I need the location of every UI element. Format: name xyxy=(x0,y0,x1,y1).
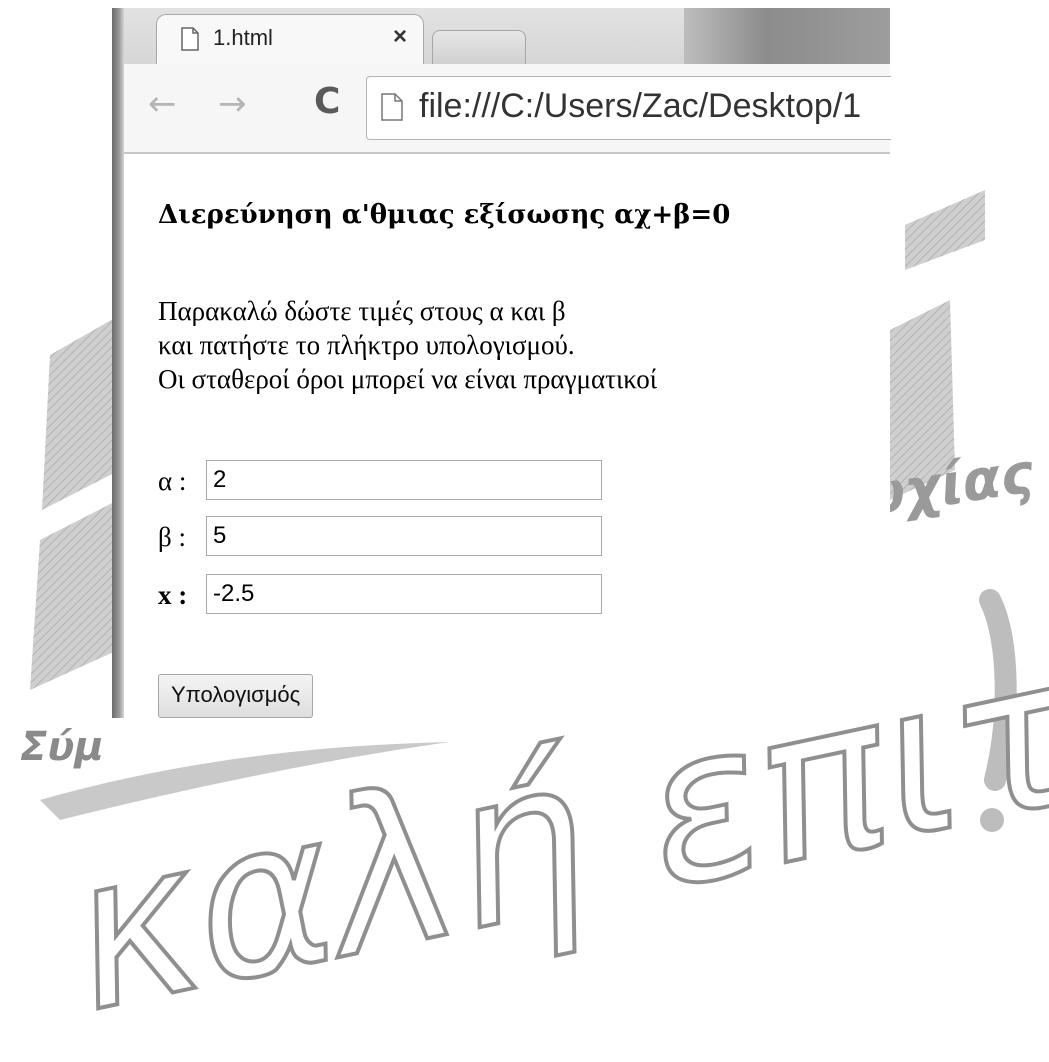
x-label: x : xyxy=(158,580,188,610)
close-icon[interactable]: × xyxy=(393,23,407,51)
page-icon xyxy=(181,27,199,51)
alpha-label: α : xyxy=(158,466,187,496)
instructions: Παρακαλώ δώστε τιμές στους α και β και π… xyxy=(158,294,657,396)
address-text: file:///C:/Users/Zac/Desktop/1 xyxy=(419,87,862,125)
calculate-button[interactable]: Υπολογισμός xyxy=(158,674,314,718)
beta-label: β : xyxy=(158,522,186,552)
instruction-line: και πατήστε το πλήκτρο υπολογισμού. xyxy=(158,330,575,360)
address-bar[interactable]: file:///C:/Users/Zac/Desktop/1 xyxy=(366,76,891,140)
watermark-partial-left: Σύμ xyxy=(20,724,104,770)
tab-active[interactable]: 1.html × xyxy=(156,14,424,65)
new-tab-button[interactable] xyxy=(432,30,526,65)
tab-bar-empty-area xyxy=(684,8,890,64)
window-frame-left xyxy=(112,8,124,718)
instruction-line: Οι σταθεροί όροι μπορεί να είναι πραγματ… xyxy=(158,364,658,394)
page-title: Διερεύνηση α'θμιας εξίσωσης αχ+β=0 xyxy=(158,200,731,230)
browser-toolbar: ← → C file:///C:/Users/Zac/Desktop/1 xyxy=(124,64,891,154)
back-arrow-icon[interactable]: ← xyxy=(148,84,177,124)
reload-icon[interactable]: C xyxy=(314,82,340,122)
alpha-input[interactable]: 2 xyxy=(206,460,602,500)
beta-input[interactable]: 5 xyxy=(206,516,602,556)
forward-arrow-icon[interactable]: → xyxy=(218,84,247,124)
tab-title: 1.html xyxy=(213,25,273,50)
browser-window: 1.html × ← → C file:///C:/Users/Zac/Desk… xyxy=(112,8,891,718)
page-icon xyxy=(381,93,403,121)
tab-bar: 1.html × xyxy=(124,8,890,65)
instruction-line: Παρακαλώ δώστε τιμές στους α και β xyxy=(158,296,566,326)
x-result-field[interactable]: -2.5 xyxy=(206,574,602,614)
